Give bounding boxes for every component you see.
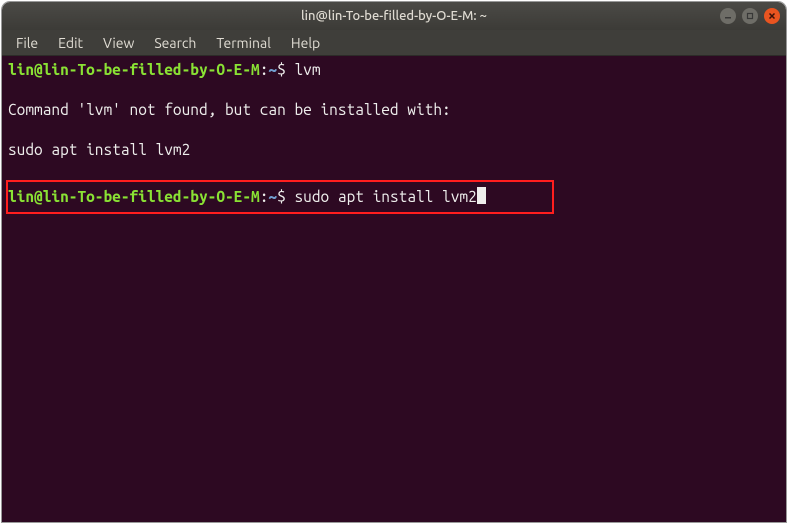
output-line: sudo apt install lvm2 — [8, 140, 780, 160]
menu-view[interactable]: View — [93, 32, 144, 54]
menu-terminal[interactable]: Terminal — [206, 32, 281, 54]
minimize-button[interactable] — [720, 8, 736, 24]
menu-search[interactable]: Search — [144, 32, 206, 54]
menubar: File Edit View Search Terminal Help — [2, 30, 786, 56]
titlebar[interactable]: lin@lin-To-be-filled-by-O-E-M: ~ — [2, 2, 786, 30]
prompt-dollar: $ — [277, 188, 294, 205]
menu-help[interactable]: Help — [281, 32, 330, 54]
menu-edit[interactable]: Edit — [48, 32, 93, 54]
terminal-line: lin@lin-To-be-filled-by-O-E-M:~$ lvm — [8, 60, 780, 80]
window-controls — [720, 8, 780, 24]
prompt-path: ~ — [268, 188, 277, 205]
prompt-userhost: lin@lin-To-be-filled-by-O-E-M — [8, 188, 260, 205]
window-title: lin@lin-To-be-filled-by-O-E-M: ~ — [301, 9, 487, 23]
menu-file[interactable]: File — [6, 32, 48, 54]
terminal-area[interactable]: lin@lin-To-be-filled-by-O-E-M:~$ lvm Com… — [2, 56, 786, 522]
blank-line — [8, 80, 780, 100]
blank-line — [8, 120, 780, 140]
prompt-path: ~ — [268, 61, 277, 78]
blank-line — [8, 160, 780, 180]
command-text: lvm — [294, 61, 320, 78]
prompt-userhost: lin@lin-To-be-filled-by-O-E-M — [8, 61, 260, 78]
prompt-dollar: $ — [277, 61, 294, 78]
highlight-annotation: lin@lin-To-be-filled-by-O-E-M:~$ sudo ap… — [6, 180, 554, 214]
command-text: sudo apt install lvm2 — [294, 188, 476, 205]
close-button[interactable] — [764, 8, 780, 24]
cursor-icon — [477, 187, 486, 204]
maximize-button[interactable] — [742, 8, 758, 24]
output-line: Command 'lvm' not found, but can be inst… — [8, 100, 780, 120]
terminal-line: lin@lin-To-be-filled-by-O-E-M:~$ sudo ap… — [8, 187, 550, 207]
terminal-window: lin@lin-To-be-filled-by-O-E-M: ~ File Ed… — [2, 2, 786, 522]
